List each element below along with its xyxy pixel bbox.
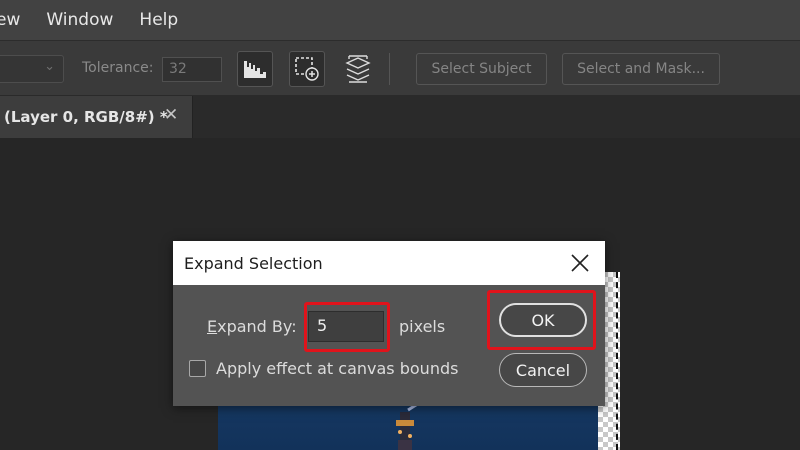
sample-all-layers-icon	[244, 61, 266, 78]
document-tab[interactable]: (Layer 0, RGB/8#) * ✕	[0, 96, 193, 138]
select-and-mask-button[interactable]: Select and Mask...	[562, 53, 720, 85]
add-to-selection-icon	[295, 57, 319, 81]
select-subject-button[interactable]: Select Subject	[416, 53, 547, 85]
add-to-selection-button[interactable]	[289, 51, 325, 87]
unit-label: pixels	[399, 317, 446, 336]
canvas-bounds-label[interactable]: Apply effect at canvas bounds	[216, 359, 458, 378]
tolerance-input[interactable]: 32	[162, 57, 222, 82]
menu-bar: ew Window Help	[0, 0, 800, 40]
close-icon[interactable]	[569, 252, 591, 274]
cancel-button[interactable]: Cancel	[499, 353, 587, 387]
menu-item-help[interactable]: Help	[139, 10, 178, 30]
menu-item-window[interactable]: Window	[46, 10, 113, 30]
highlight-expand-input	[304, 302, 390, 352]
sample-size-dropdown[interactable]: ⌄	[0, 55, 64, 83]
canvas-bounds-checkbox[interactable]	[189, 360, 206, 377]
selection-marching-ants	[614, 272, 618, 450]
highlight-ok-button	[487, 290, 596, 350]
sample-all-layers-button[interactable]	[237, 51, 273, 87]
refine-edge-icon	[345, 55, 371, 83]
dialog-title: Expand Selection	[184, 254, 323, 273]
options-bar: ⌄ Tolerance: 32 Select Subject Select an…	[0, 40, 800, 96]
document-tab-bar: (Layer 0, RGB/8#) * ✕	[0, 96, 800, 138]
chevron-down-icon: ⌄	[44, 59, 55, 74]
refine-edge-button[interactable]	[340, 51, 376, 87]
menu-item-view[interactable]: ew	[0, 10, 20, 30]
tolerance-label: Tolerance:	[82, 60, 154, 76]
expand-by-label: Expand By:	[207, 317, 297, 336]
toolbar-separator	[389, 53, 390, 85]
close-icon[interactable]: ✕	[164, 105, 178, 125]
dialog-titlebar: Expand Selection	[173, 241, 605, 285]
document-tab-title: (Layer 0, RGB/8#) *	[4, 108, 168, 126]
